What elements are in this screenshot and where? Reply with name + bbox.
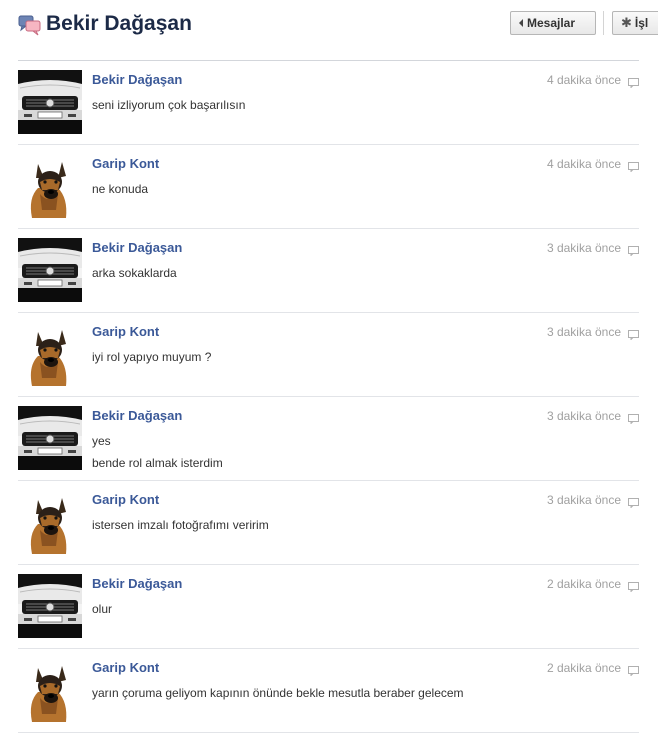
sender-name-link[interactable]: Bekir Dağaşan: [92, 408, 182, 423]
sender-name-link[interactable]: Garip Kont: [92, 492, 159, 507]
chat-bubble-icon[interactable]: [628, 411, 639, 425]
message-row: Bekir Dağaşan arka sokaklarda 3 dakika önc…: [18, 229, 639, 313]
chat-bubble-icon[interactable]: [628, 663, 639, 677]
dog-icon: [18, 322, 82, 386]
sender-name-link[interactable]: Garip Kont: [92, 660, 159, 675]
actions-label: İşl: [634, 16, 649, 30]
car-icon: [18, 574, 82, 638]
gear-icon: ✱: [621, 15, 632, 30]
message-line: yarın çoruma geliyom kapının önünde bekl…: [92, 686, 464, 700]
message-line: yes: [92, 434, 111, 448]
avatar[interactable]: [18, 658, 82, 722]
avatar[interactable]: [18, 154, 82, 218]
message-text: ne konuda: [92, 178, 148, 200]
message-timestamp: 4 dakika önce: [546, 157, 621, 171]
sender-name-link[interactable]: Bekir Dağaşan: [92, 240, 182, 255]
sender-name-link[interactable]: Bekir Dağaşan: [92, 72, 182, 87]
message-text: arka sokaklarda: [92, 262, 177, 284]
avatar[interactable]: [18, 574, 82, 638]
message-line: iyi rol yapıyo muyum ?: [92, 350, 212, 364]
chat-bubble-icon[interactable]: [628, 243, 639, 257]
message-row: Garip Kont istersen imzalı fotoğrafımı ve…: [18, 481, 639, 565]
car-icon: [18, 238, 82, 302]
message-line: bende rol almak isterdim: [92, 456, 223, 470]
chevron-left-icon: [519, 19, 523, 27]
message-text: seni izliyorum çok başarılısın: [92, 94, 245, 116]
message-text: olur: [92, 598, 112, 620]
message-row: Bekir Dağaşan seni izliyorum çok başarılı…: [18, 61, 639, 145]
message-timestamp: 3 dakika önce: [546, 325, 621, 339]
avatar[interactable]: [18, 322, 82, 386]
message-text: yarın çoruma geliyom kapının önünde bekl…: [92, 682, 464, 704]
message-text: iyi rol yapıyo muyum ?: [92, 346, 211, 368]
actions-button[interactable]: ✱ İşl: [612, 11, 658, 35]
sender-name-link[interactable]: Garip Kont: [92, 324, 159, 339]
message-text: yes bende rol almak isterdim: [92, 430, 223, 474]
page-title: Bekir Dağaşan: [46, 12, 192, 35]
dog-icon: [18, 490, 82, 554]
dog-icon: [18, 658, 82, 722]
chat-bubble-icon[interactable]: [628, 75, 639, 89]
message-row: Bekir Dağaşan yes bende rol almak isterdim…: [18, 397, 639, 481]
message-timestamp: 2 dakika önce: [546, 661, 621, 675]
message-timestamp: 3 dakika önce: [546, 241, 621, 255]
chat-bubble-icon[interactable]: [628, 579, 639, 593]
messages-back-button[interactable]: Mesajlar: [510, 11, 596, 35]
sender-name-link[interactable]: Bekir Dağaşan: [92, 576, 182, 591]
message-row: Garip Kont ne konuda 4 dakika önce: [18, 145, 639, 229]
thread-header: Bekir Dağaşan Mesajlar ✱ İşl: [0, 0, 658, 58]
message-thread: Bekir Dağaşan seni izliyorum çok başarılı…: [0, 61, 658, 733]
chat-bubble-icon[interactable]: [628, 159, 639, 173]
avatar[interactable]: [18, 238, 82, 302]
message-line: arka sokaklarda: [92, 266, 177, 280]
car-icon: [18, 70, 82, 134]
message-timestamp: 3 dakika önce: [546, 493, 621, 507]
chat-bubble-icon[interactable]: [628, 495, 639, 509]
dog-icon: [18, 154, 82, 218]
avatar[interactable]: [18, 70, 82, 134]
message-line: seni izliyorum çok başarılısın: [92, 98, 246, 112]
messages-icon: [18, 14, 42, 36]
avatar[interactable]: [18, 406, 82, 470]
chat-bubble-icon[interactable]: [628, 327, 639, 341]
sender-name-link[interactable]: Garip Kont: [92, 156, 159, 171]
message-line: olur: [92, 602, 113, 616]
message-row: Garip Kont yarın çoruma geliyom kapının ö…: [18, 649, 639, 733]
message-line: ne konuda: [92, 182, 149, 196]
avatar[interactable]: [18, 490, 82, 554]
message-timestamp: 4 dakika önce: [546, 73, 621, 87]
message-line: istersen imzalı fotoğrafımı veririm: [92, 518, 269, 532]
message-text: istersen imzalı fotoğrafımı veririm: [92, 514, 269, 536]
car-icon: [18, 406, 82, 470]
toolbar-separator: [603, 11, 604, 35]
message-timestamp: 2 dakika önce: [546, 577, 621, 591]
message-row: Garip Kont iyi rol yapıyo muyum ? 3 dakika…: [18, 313, 639, 397]
message-row: Bekir Dağaşan olur 2 dakika önce: [18, 565, 639, 649]
message-timestamp: 3 dakika önce: [546, 409, 621, 423]
messages-back-label: Mesajlar: [527, 16, 576, 30]
